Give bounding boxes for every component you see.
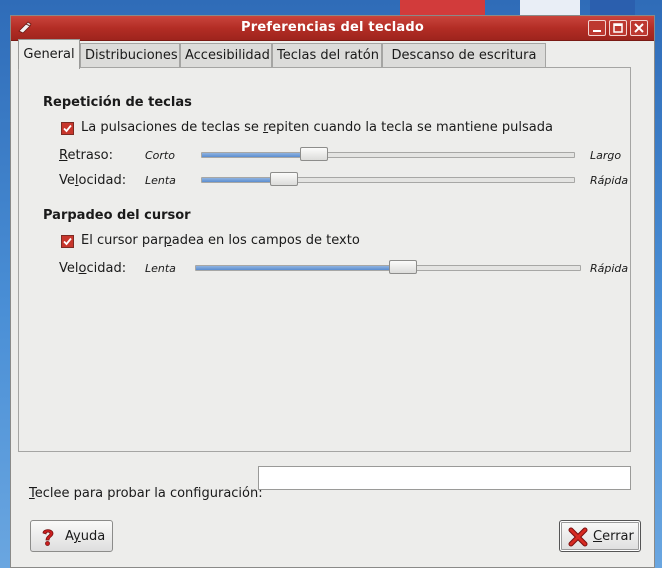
desktop-logo-fragment: [520, 0, 580, 16]
tab-distribuciones[interactable]: Distribuciones: [80, 43, 180, 67]
minimize-icon: [593, 30, 601, 32]
slider-fill: [196, 266, 404, 270]
slider-thumb[interactable]: [389, 260, 418, 274]
tab-general[interactable]: General: [18, 39, 80, 69]
help-button-label: Ayuda: [65, 529, 106, 544]
slider-fill: [202, 153, 314, 157]
delay-min-label: Corto: [145, 149, 175, 162]
section-title-cursor-blink: Parpadeo del cursor: [43, 208, 191, 223]
window-title: Preferencias del teclado: [240, 20, 425, 35]
blink-speed-max-label: Rápida: [590, 262, 629, 275]
tab-descanso-de-escritura[interactable]: Descanso de escritura: [382, 43, 546, 67]
checkmark-icon: [63, 237, 72, 246]
test-input[interactable]: [258, 466, 631, 490]
tab-teclas-del-raton[interactable]: Teclas del ratón: [272, 43, 382, 67]
maximize-icon: [613, 23, 623, 33]
help-icon: [39, 527, 57, 551]
desktop-logo-fragment: [400, 0, 485, 16]
close-button[interactable]: Cerrar: [559, 520, 641, 552]
repeat-speed-slider[interactable]: [201, 172, 575, 186]
cursor-blink-checkbox-label[interactable]: El cursor parpadea en los campos de text…: [81, 233, 360, 248]
blink-speed-slider[interactable]: [195, 260, 581, 274]
delay-max-label: Largo: [590, 149, 622, 162]
repeat-speed-label: Velocidad:: [59, 173, 127, 188]
key-repeat-checkbox[interactable]: [61, 122, 74, 135]
blink-speed-min-label: Lenta: [145, 262, 176, 275]
section-title-key-repeat: Repetición de teclas: [43, 95, 192, 110]
desktop-logo-fragment: [590, 0, 635, 16]
close-icon: [634, 23, 644, 33]
slider-thumb[interactable]: [299, 147, 328, 161]
test-input-label: Teclee para probar la configuración:: [29, 486, 263, 501]
repeat-speed-max-label: Rápida: [590, 174, 629, 187]
close-icon: [568, 527, 588, 551]
titlebar[interactable]: Preferencias del teclado: [11, 16, 654, 41]
delay-slider[interactable]: [201, 147, 575, 161]
cursor-blink-checkbox[interactable]: [61, 235, 74, 248]
close-button-label: Cerrar: [593, 529, 634, 544]
key-repeat-checkbox-label[interactable]: La pulsaciones de teclas se repiten cuan…: [81, 120, 553, 135]
blink-speed-label: Velocidad:: [59, 261, 127, 276]
help-button[interactable]: Ayuda: [30, 520, 113, 552]
maximize-button[interactable]: [609, 20, 627, 36]
checkmark-icon: [63, 124, 72, 133]
repeat-speed-min-label: Lenta: [145, 174, 176, 187]
close-window-button[interactable]: [630, 20, 648, 36]
slider-thumb[interactable]: [269, 172, 298, 186]
minimize-button[interactable]: [588, 20, 606, 36]
tab-accesibilidad[interactable]: Accesibilidad: [180, 43, 272, 67]
delay-label: Retraso:: [59, 148, 113, 163]
